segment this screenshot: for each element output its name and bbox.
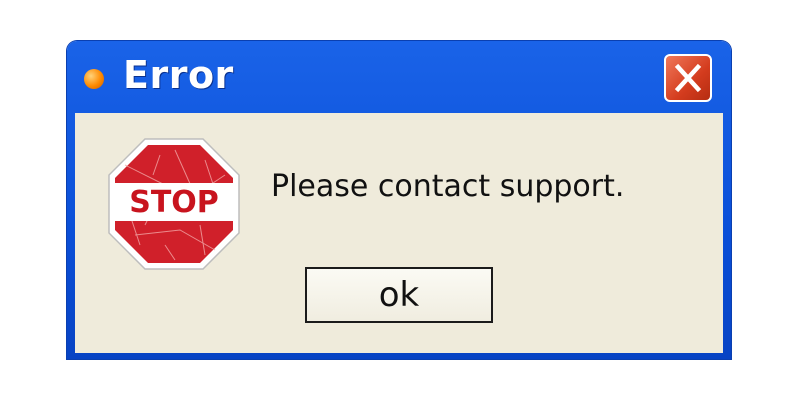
error-message: Please contact support.: [271, 169, 625, 204]
ok-button[interactable]: ok: [305, 267, 493, 323]
app-icon: [84, 69, 104, 89]
close-button[interactable]: [664, 54, 712, 102]
stop-sign-text: STOP: [129, 185, 219, 220]
stop-sign-icon: STOP: [108, 138, 240, 270]
close-x-icon: [674, 63, 702, 93]
title-bar[interactable]: Error: [67, 41, 731, 113]
window-title: Error: [123, 53, 234, 97]
dialog-body: STOP Please contact support. ok: [75, 113, 723, 353]
error-dialog: Error STOP Please contact support. ok: [67, 41, 731, 359]
